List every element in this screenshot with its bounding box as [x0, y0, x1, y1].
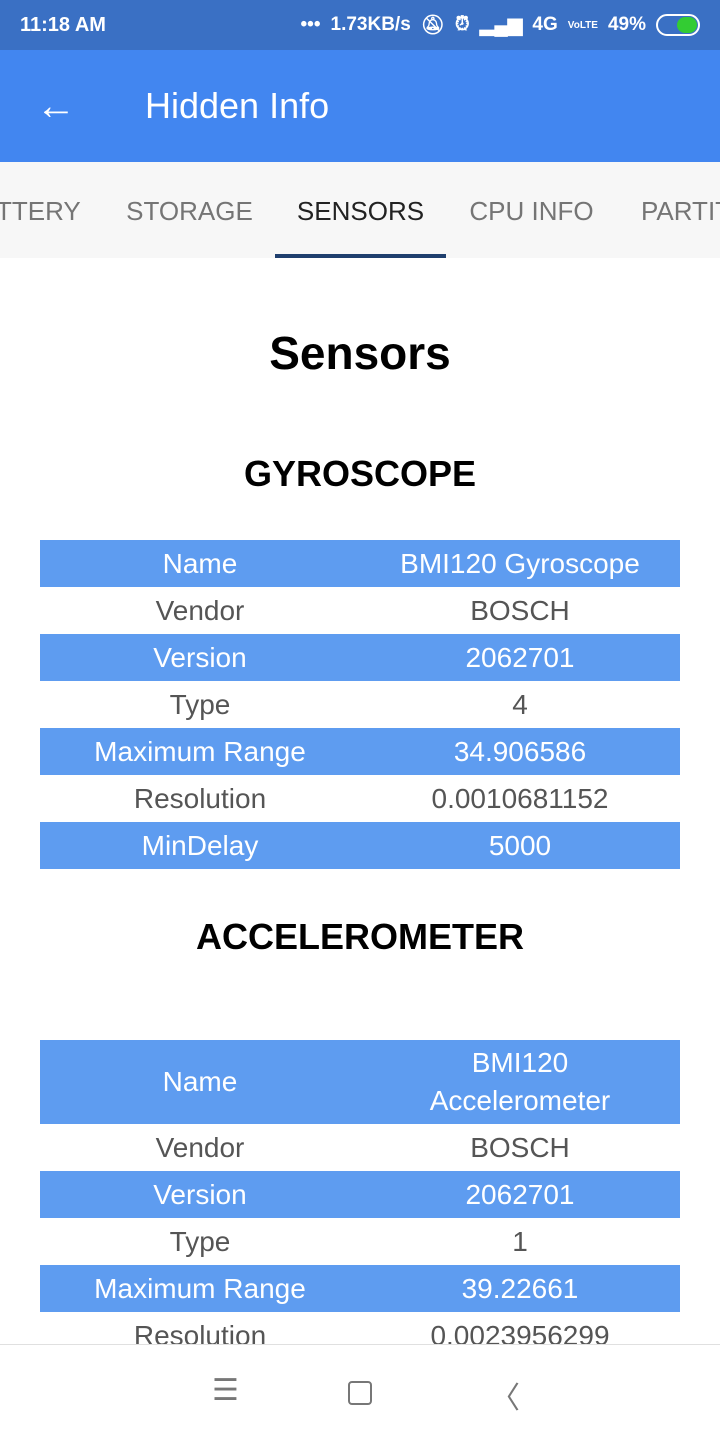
row-label: Name: [162, 1066, 238, 1097]
row-value: 2062701: [465, 641, 575, 673]
section-heading: ACCELEROMETER: [195, 916, 524, 957]
sensor-list[interactable]: Sensors GYROSCOPE Name BMI120 Gyroscope Ve…: [0, 258, 720, 1344]
row-value: 34.906586: [453, 735, 587, 767]
row-label: Type: [169, 1225, 231, 1257]
mute-icon: 🔕︎: [420, 15, 445, 36]
back-icon[interactable]: 〈: [490, 1373, 520, 1417]
network-type: 4G: [532, 14, 558, 35]
row-value: BMI120 Accelerometer: [429, 1047, 611, 1116]
tab-bar: BATTERY STORAGE SENSORS CPU INFO PARTITI…: [0, 162, 720, 258]
battery-percent: 49%: [607, 14, 646, 35]
app-title: Hidden Info: [145, 85, 330, 126]
signal-icon: ▂▄▆: [479, 14, 523, 36]
table-row: Vendor BOSCH: [40, 1124, 680, 1171]
row-label: Name: [162, 547, 238, 579]
battery-charging-icon: [656, 14, 700, 36]
status-bar: 11:18 AM ••• 1.73KB/s 🔕︎ ⏰︎ ▂▄▆ 4G VoLTE…: [0, 0, 720, 50]
row-value: 2062701: [465, 1178, 575, 1210]
row-label: Version: [153, 1178, 247, 1210]
tab-cpu-info[interactable]: CPU INFO: [446, 162, 617, 258]
row-value: 1: [512, 1225, 528, 1257]
tab-storage[interactable]: STORAGE: [104, 162, 275, 258]
navigation-bar: ☰ 〈: [0, 1344, 720, 1440]
network-speed: 1.73KB/s: [330, 14, 411, 35]
row-label: Maximum Range: [94, 1272, 306, 1304]
row-value: 5000: [488, 829, 552, 861]
row-value: 0.0023956299: [430, 1319, 610, 1345]
home-icon[interactable]: [348, 1381, 372, 1405]
table-row: Type 4: [40, 681, 680, 728]
tab-partitions[interactable]: PARTITIONS: [641, 162, 720, 258]
row-label: Version: [153, 641, 247, 673]
row-label: Resolution: [133, 782, 267, 814]
table-row: Resolution 0.0023956299: [40, 1312, 680, 1345]
table-row: Maximum Range 39.22661: [40, 1265, 680, 1312]
menu-icon[interactable]: ☰: [212, 1373, 239, 1408]
page-title: Sensors: [269, 327, 451, 379]
tab-battery[interactable]: BATTERY: [0, 162, 92, 258]
table-row: Version 2062701: [40, 1171, 680, 1218]
table-row: Name BMI120 Gyroscope: [40, 540, 680, 587]
section-heading: GYROSCOPE: [243, 453, 477, 494]
row-value: BMI120 Gyroscope: [400, 547, 640, 579]
table-row: Maximum Range 34.906586: [40, 728, 680, 775]
table-row: Type 1: [40, 1218, 680, 1265]
table-row: MinDelay 5000: [40, 822, 680, 869]
table-row: Name BMI120 Accelerometer: [40, 1040, 680, 1124]
row-label: Vendor: [155, 594, 245, 626]
table-row: Resolution 0.0010681152: [40, 775, 680, 822]
row-value: 4: [512, 688, 528, 720]
app-bar: ← Hidden Info: [0, 50, 720, 162]
row-value: BOSCH: [470, 594, 570, 626]
more-notifications-icon: •••: [300, 14, 321, 35]
row-value: BOSCH: [470, 1131, 570, 1163]
table-row: Vendor BOSCH: [40, 587, 680, 634]
sensor-table: Name BMI120 Gyroscope Vendor BOSCH Version 20…: [40, 540, 680, 869]
tab-sensors[interactable]: SENSORS: [275, 162, 446, 258]
row-label: Maximum Range: [94, 735, 306, 767]
row-label: Vendor: [155, 1131, 245, 1163]
row-label: Resolution: [133, 1319, 267, 1345]
sensor-table: Name BMI120 Accelerometer Vendor BOSCH Versi…: [40, 1040, 680, 1344]
row-label: Type: [169, 688, 231, 720]
clock: 11:18 AM: [20, 13, 106, 36]
volte-label: VoLTE: [567, 19, 598, 31]
row-value: 0.0010681152: [431, 782, 609, 814]
table-row: Version 2062701: [40, 634, 680, 681]
row-value: 39.22661: [461, 1272, 579, 1304]
row-label: MinDelay: [141, 829, 259, 861]
alarm-icon: ⏰︎: [454, 14, 470, 35]
arrow-left-icon[interactable]: ←: [0, 84, 112, 129]
